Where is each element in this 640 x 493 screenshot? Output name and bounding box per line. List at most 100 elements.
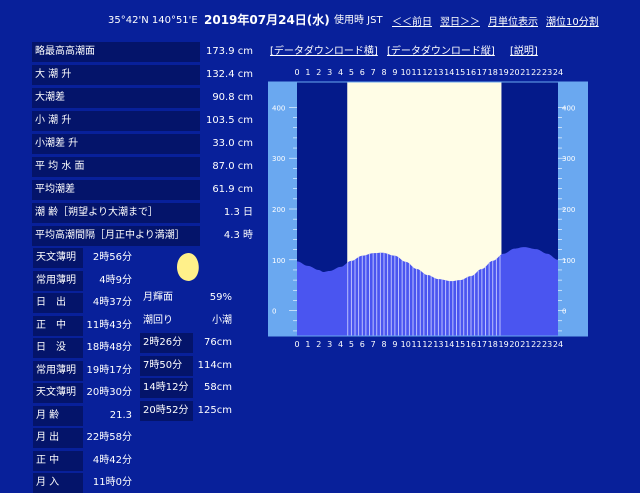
x-tick-label-bottom: 14: [444, 340, 454, 349]
tide-time: 14時12分: [140, 378, 193, 398]
x-tick-label-top: 18: [488, 68, 498, 77]
sun-row-value: 11時43分: [86, 319, 132, 331]
sun-row-label: 月 出: [33, 428, 83, 448]
sun-row-label: 日 出: [33, 293, 83, 313]
x-tick-label-top: 8: [381, 68, 386, 77]
y-tick-label-left: 400: [272, 104, 285, 112]
x-tick-label-bottom: 18: [488, 340, 498, 349]
x-tick-label-top: 17: [477, 68, 487, 77]
next-day-link[interactable]: 翌日＞＞: [440, 13, 480, 28]
x-tick-label-top: 21: [520, 68, 530, 77]
stat-row-value: 61.9 cm: [212, 184, 253, 195]
stat-row-label: 平 均 水 面: [32, 157, 200, 177]
x-tick-label-bottom: 2: [316, 340, 321, 349]
x-tick-label-top: 3: [327, 68, 332, 77]
tide-time: 20時52分: [140, 400, 193, 421]
stat-row-label: 平均潮差: [32, 180, 200, 200]
sun-row-value: 19時17分: [86, 364, 132, 376]
y-tick-label-right: 100: [562, 257, 575, 265]
x-tick-label-top: 24: [553, 68, 563, 77]
x-tick-label-top: 23: [542, 68, 552, 77]
x-tick-label-top: 7: [371, 68, 376, 77]
monthly-view-link[interactable]: 月単位表示: [488, 13, 538, 28]
x-tick-label-bottom: 17: [477, 340, 487, 349]
x-tick-label-bottom: 21: [520, 340, 530, 349]
x-tick-label-bottom: 0: [294, 340, 299, 349]
tide-height: 114cm: [197, 359, 232, 371]
sun-row-value: 21.3: [109, 409, 132, 421]
x-tick-label-top: 1: [305, 68, 310, 77]
sun-row-label: 天文薄明: [33, 248, 83, 268]
download-vertical-link[interactable]: [データダウンロード縦]: [387, 46, 495, 57]
y-tick-label-left: 100: [272, 257, 285, 265]
x-tick-label-top: 15: [455, 68, 465, 77]
stat-row-value: 132.4 cm: [205, 69, 253, 80]
stat-row-label: 大 潮 升: [32, 65, 200, 85]
moon-info-row-value: 59%: [209, 292, 232, 303]
x-tick-label-bottom: 19: [499, 340, 509, 349]
y-tick-label-left: 200: [272, 206, 285, 214]
x-tick-label-top: 19: [499, 68, 509, 77]
x-tick-label-bottom: 12: [422, 340, 432, 349]
stat-row-value: 33.0 cm: [212, 138, 253, 149]
x-tick-label-bottom: 10: [401, 340, 411, 349]
x-tick-label-bottom: 16: [466, 340, 476, 349]
sun-row-value: 4時42分: [92, 454, 132, 466]
x-tick-label-top: 0: [294, 68, 299, 77]
x-tick-label-top: 13: [433, 68, 443, 77]
x-tick-label-top: 20: [509, 68, 519, 77]
x-tick-label-top: 12: [422, 68, 432, 77]
stat-row-value: 173.9 cm: [205, 46, 253, 57]
moon-info-row-value: 小潮: [212, 314, 232, 326]
interval-link[interactable]: 潮位10分割: [546, 13, 599, 28]
x-tick-label-top: 9: [392, 68, 397, 77]
moon-phase-icon: [175, 252, 201, 282]
stat-row-label: 潮 齢［朔望より大潮まで］: [32, 203, 200, 223]
x-tick-label-top: 22: [531, 68, 541, 77]
date-title: 2019年07月24日(水): [204, 13, 330, 27]
x-tick-label-top: 5: [349, 68, 354, 77]
sun-row-label: 常用薄明: [33, 360, 83, 381]
sun-row-label: 正 中: [33, 450, 83, 471]
tide-time: 2時26分: [140, 333, 193, 353]
x-tick-label-top: 4: [338, 68, 343, 77]
y-tick-label-left: 0: [272, 308, 276, 316]
sun-row-label: 常用薄明: [33, 270, 83, 291]
explain-link[interactable]: [説明]: [510, 46, 538, 57]
download-links: [データダウンロード横] [データダウンロード縦] [説明]: [270, 42, 544, 57]
tide-height: 58cm: [204, 382, 232, 393]
y-tick-label-right: 0: [562, 308, 566, 316]
stat-row-value: 90.8 cm: [212, 92, 253, 103]
x-tick-label-bottom: 8: [381, 340, 386, 349]
moon-info-row-label: 潮回り: [143, 314, 173, 326]
sun-row-value: 11時0分: [92, 477, 132, 488]
sun-row-value: 4時37分: [92, 297, 132, 308]
x-tick-label-bottom: 9: [392, 340, 397, 349]
moon-info-row-label: 月輝面: [143, 292, 173, 303]
stat-row-label: 平均高潮間隔［月正中より満潮］: [32, 226, 200, 246]
sun-row-value: 22時58分: [86, 432, 132, 443]
x-tick-label-top: 2: [316, 68, 321, 77]
x-tick-label-top: 6: [360, 68, 365, 77]
timezone-label: 使用時 JST: [334, 15, 383, 26]
x-tick-label-bottom: 7: [371, 340, 376, 349]
tide-height: 76cm: [204, 337, 232, 348]
y-tick-label-left: 300: [272, 155, 285, 163]
stat-row-value: 4.3 時: [223, 230, 253, 241]
stat-row-value: 87.0 cm: [212, 161, 253, 172]
x-tick-label-bottom: 3: [327, 340, 332, 349]
sun-row-label: 正 中: [33, 315, 83, 336]
prev-day-link[interactable]: ＜＜前日: [392, 13, 432, 28]
x-tick-label-bottom: 5: [349, 340, 354, 349]
tide-time: 7時50分: [140, 355, 193, 376]
x-tick-label-bottom: 24: [553, 340, 563, 349]
header-bar: 35°42'N 140°51'E 2019年07月24日(水) 使用時 JST …: [0, 13, 640, 29]
x-tick-label-bottom: 15: [455, 340, 465, 349]
stat-row-value: 103.5 cm: [205, 115, 253, 126]
download-horizontal-link[interactable]: [データダウンロード横]: [270, 46, 378, 57]
x-tick-label-bottom: 22: [531, 340, 541, 349]
sun-row-label: 月 入: [33, 473, 83, 493]
x-tick-label-top: 11: [412, 68, 422, 77]
sun-row-label: 月 齢: [33, 405, 83, 426]
x-tick-label-bottom: 1: [305, 340, 310, 349]
